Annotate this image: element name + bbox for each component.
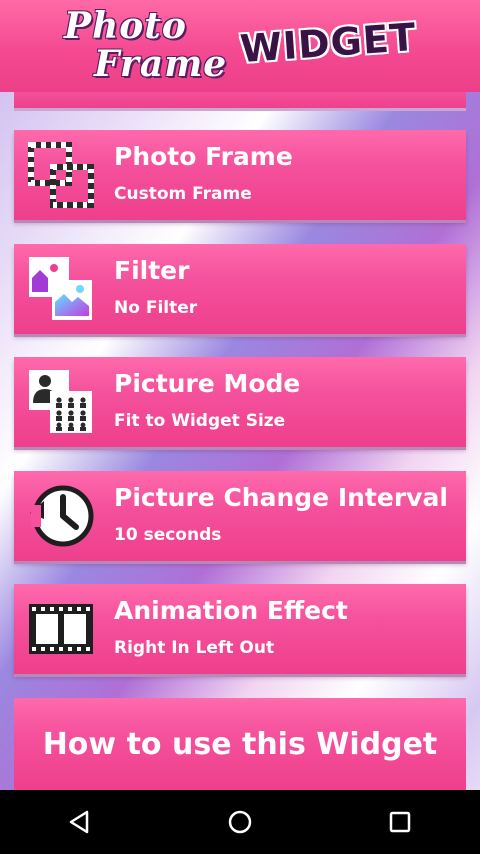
setting-value: 10 seconds xyxy=(114,525,222,545)
system-navigation-bar xyxy=(0,790,480,854)
setting-picture-change-interval[interactable]: Picture Change Interval 10 seconds xyxy=(14,471,466,561)
nav-back-button[interactable] xyxy=(40,794,120,850)
nav-home-button[interactable] xyxy=(200,794,280,850)
setting-title: Picture Change Interval xyxy=(114,483,448,512)
setting-animation-effect[interactable]: Animation Effect Right In Left Out xyxy=(14,584,466,674)
photo-frame-icon xyxy=(28,142,94,208)
setting-value: Fit to Widget Size xyxy=(114,411,286,431)
logo-text-photo: Photo xyxy=(64,5,187,47)
setting-title: Photo Frame xyxy=(114,142,293,171)
setting-title: Animation Effect xyxy=(114,596,348,625)
home-icon xyxy=(228,810,252,834)
back-icon xyxy=(69,810,89,834)
setting-title: Filter xyxy=(114,256,190,285)
recents-icon xyxy=(389,811,411,833)
setting-value: Custom Frame xyxy=(114,184,252,204)
picture-mode-icon xyxy=(29,370,92,433)
setting-picture-mode[interactable]: Picture Mode Fit to Widget Size xyxy=(14,357,466,447)
nav-recents-button[interactable] xyxy=(360,794,440,850)
setting-photo-frame[interactable]: Photo Frame Custom Frame xyxy=(14,130,466,220)
app-header: Photo Frame WIDGET xyxy=(0,0,480,92)
app-logo: Photo Frame WIDGET xyxy=(60,3,420,89)
how-to-use-button[interactable]: How to use this Widget xyxy=(14,698,466,790)
clock-icon xyxy=(30,485,94,547)
logo-text-widget: WIDGET xyxy=(238,14,418,72)
setting-value: Right In Left Out xyxy=(114,638,275,658)
setting-title: Picture Mode xyxy=(114,369,301,398)
setting-value: No Filter xyxy=(114,298,198,318)
how-to-use-label: How to use this Widget xyxy=(42,726,438,762)
logo-text-frame: Frame xyxy=(94,43,228,85)
setting-filter[interactable]: Filter No Filter xyxy=(14,244,466,334)
filter-icon xyxy=(29,257,92,320)
settings-screen: Photo Frame WIDGET Photo Frame Custom Fr… xyxy=(0,0,480,854)
film-strip-icon xyxy=(29,604,93,654)
